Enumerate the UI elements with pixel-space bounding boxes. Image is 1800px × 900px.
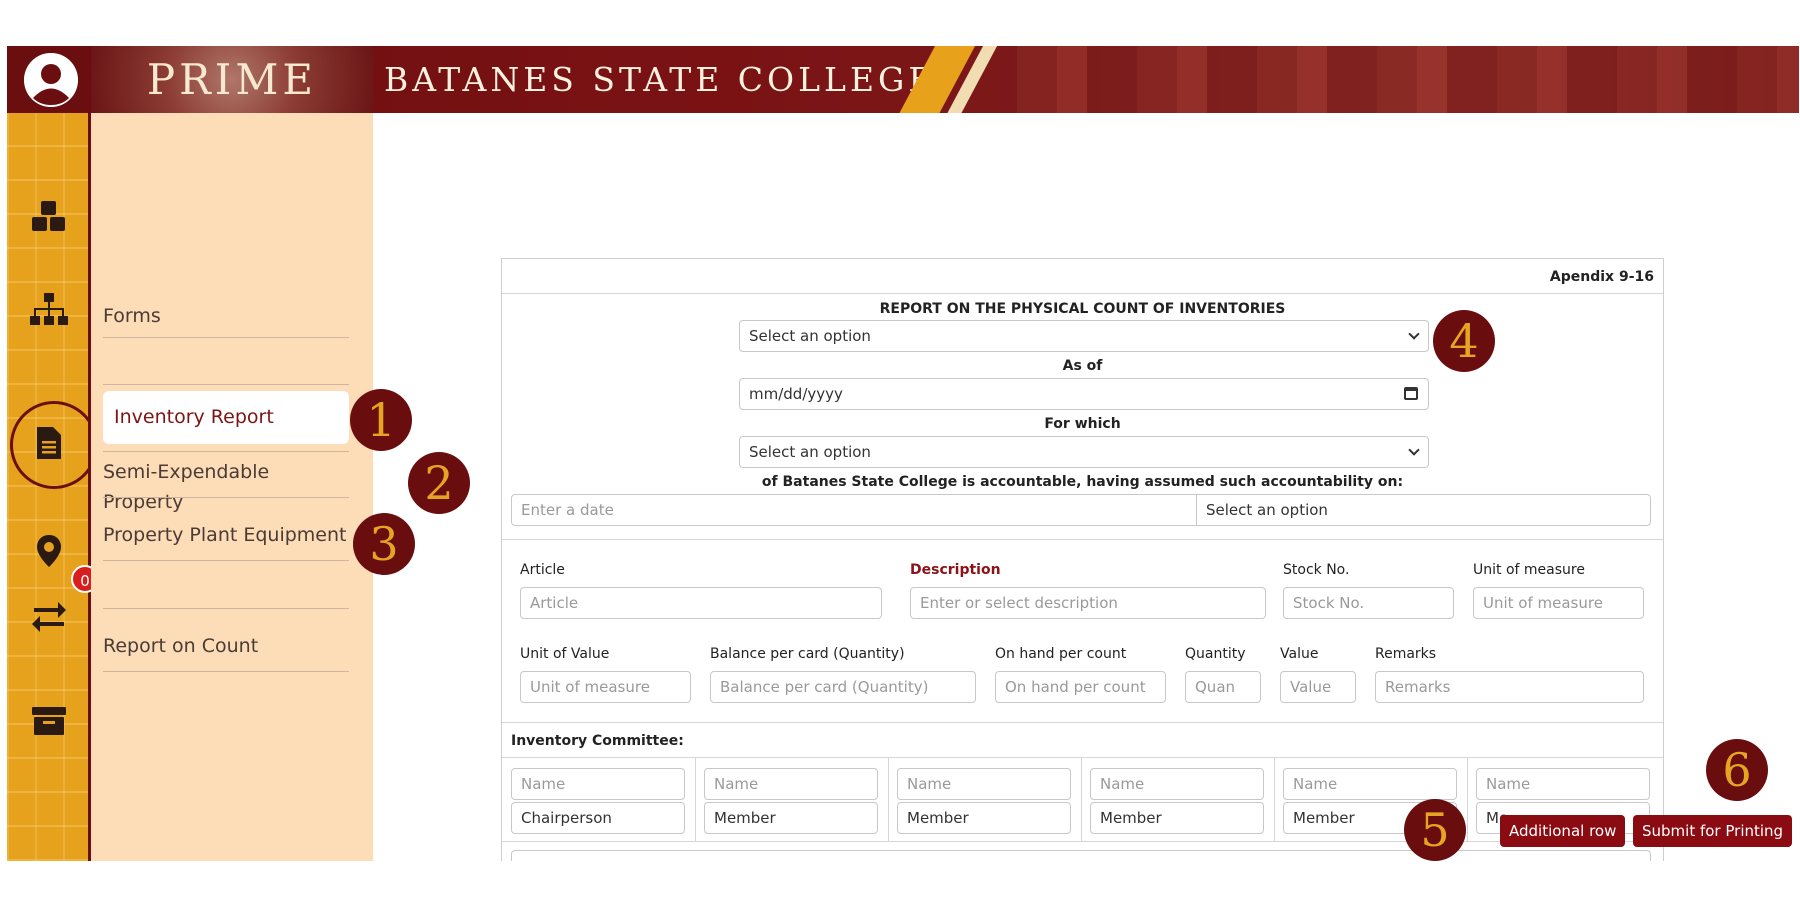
description-label: Description	[910, 562, 1001, 578]
article-label: Article	[520, 562, 565, 578]
value-input[interactable]: Value	[1280, 671, 1356, 703]
header-campus-photo	[1017, 46, 1799, 113]
unit-value-input[interactable]: Unit of measure	[520, 671, 691, 703]
accountable-date-input[interactable]: Enter a date	[511, 494, 1197, 526]
quantity-input[interactable]: Quan	[1185, 671, 1261, 703]
boxes-icon[interactable]	[29, 197, 69, 237]
committee-col-divider	[1274, 758, 1275, 842]
menu-divider	[103, 608, 349, 609]
annotation-marker-2: 2	[408, 452, 470, 514]
stock-no-label: Stock No.	[1283, 562, 1350, 578]
icon-rail: 0	[7, 113, 99, 861]
committee-name-input[interactable]: Name	[1476, 768, 1650, 800]
committee-name-input[interactable]: Name	[511, 768, 685, 800]
balance-input[interactable]: Balance per card (Quantity)	[710, 671, 976, 703]
annotation-marker-5: 5	[1404, 799, 1466, 861]
menu-divider	[103, 671, 349, 672]
app-logo[interactable]: PRIME	[91, 52, 373, 108]
description-input[interactable]: Enter or select description	[910, 587, 1266, 619]
menu-divider	[103, 497, 349, 498]
balance-label: Balance per card (Quantity)	[710, 646, 905, 662]
submit-for-printing-button[interactable]: Submit for Printing	[1633, 815, 1793, 847]
for-which-select-value: Select an option	[749, 443, 871, 461]
menu-inventory-report[interactable]: Inventory Report	[103, 391, 349, 444]
chevron-down-icon	[1408, 444, 1420, 456]
annotation-marker-4: 4	[1433, 310, 1495, 372]
menu-ppe[interactable]: Property Plant Equipment	[103, 520, 349, 550]
on-hand-label: On hand per count	[995, 646, 1127, 662]
user-avatar-icon[interactable]	[24, 53, 78, 107]
additional-row-button[interactable]: Additional row	[1500, 815, 1626, 847]
transfer-arrows-icon[interactable]	[29, 597, 69, 637]
remarks-label: Remarks	[1375, 646, 1437, 662]
menu-divider	[103, 384, 349, 385]
remarks-input[interactable]: Remarks	[1375, 671, 1644, 703]
annotation-marker-1: 1	[350, 389, 412, 451]
committee-name-input[interactable]: Name	[704, 768, 878, 800]
uom-label: Unit of measure	[1473, 562, 1585, 578]
quantity-label: Quantity	[1185, 646, 1246, 662]
report-select[interactable]: Select an option	[739, 320, 1429, 352]
chevron-down-icon	[1408, 328, 1420, 340]
menu-report-on-count[interactable]: Report on Count	[103, 631, 349, 661]
for-which-label: For which	[1044, 416, 1121, 432]
calendar-icon[interactable]	[1404, 387, 1418, 400]
committee-label: Inventory Committee:	[511, 733, 684, 749]
appendix-row: Apendix 9-16	[502, 259, 1663, 294]
menu-inventory-report-label: Inventory Report	[114, 406, 274, 428]
article-input[interactable]: Article	[520, 587, 882, 619]
on-hand-input[interactable]: On hand per count	[995, 671, 1166, 703]
as-of-label: As of	[1062, 358, 1103, 374]
committee-col-divider	[695, 758, 696, 842]
sitemap-icon[interactable]	[29, 289, 69, 329]
file-icon[interactable]	[29, 423, 69, 463]
as-of-date-value: mm/dd/yyyy	[749, 385, 843, 403]
unit-value-label: Unit of Value	[520, 646, 610, 662]
appendix-label: Apendix 9-16	[1549, 269, 1654, 285]
accountable-select[interactable]: Select an option	[1196, 494, 1651, 526]
location-pin-icon[interactable]	[29, 531, 69, 571]
committee-role-input[interactable]: Member	[1090, 802, 1264, 834]
committee-role-input[interactable]: Member	[704, 802, 878, 834]
committee-col-divider	[888, 758, 889, 842]
committee-role-input[interactable]: Chairperson	[511, 802, 685, 834]
committee-name-input[interactable]: Name	[1090, 768, 1264, 800]
additional-name-input[interactable]	[511, 850, 1651, 861]
committee-row: Name Chairperson Name Member Name Member…	[502, 758, 1663, 842]
menu-semi-expendable[interactable]: Semi-Expendable Property	[103, 457, 349, 517]
annotation-marker-6: 6	[1706, 739, 1768, 801]
app-window: PRIME BATANES STATE COLLEGE 0 Forms Inve…	[7, 46, 1799, 861]
item-block: Article Article Description Enter or sel…	[502, 540, 1663, 723]
committee-heading-row: Inventory Committee:	[502, 723, 1663, 758]
committee-name-input[interactable]: Name	[897, 768, 1071, 800]
accountable-label: of Batanes State College is accountable,…	[761, 474, 1404, 490]
committee-name-input[interactable]: Name	[1283, 768, 1457, 800]
stock-no-input[interactable]: Stock No.	[1283, 587, 1454, 619]
as-of-date-input[interactable]: mm/dd/yyyy	[739, 378, 1429, 410]
committee-col-divider	[1081, 758, 1082, 842]
value-label: Value	[1280, 646, 1319, 662]
annotation-marker-3: 3	[353, 513, 415, 575]
side-menu: Forms Inventory Report Semi-Expendable P…	[91, 113, 373, 861]
menu-forms[interactable]: Forms	[103, 301, 349, 331]
menu-divider	[103, 337, 349, 338]
committee-role-input[interactable]: Member	[897, 802, 1071, 834]
for-which-select[interactable]: Select an option	[739, 436, 1429, 468]
college-name: BATANES STATE COLLEGE	[384, 60, 937, 99]
archive-box-icon[interactable]	[29, 701, 69, 741]
committee-col-divider	[1467, 758, 1468, 842]
report-select-value: Select an option	[749, 327, 871, 345]
uom-input[interactable]: Unit of measure	[1473, 587, 1644, 619]
top-header: PRIME BATANES STATE COLLEGE	[7, 46, 1799, 113]
form-title: REPORT ON THE PHYSICAL COUNT OF INVENTOR…	[879, 301, 1286, 317]
menu-divider	[103, 560, 349, 561]
menu-divider	[103, 451, 349, 452]
